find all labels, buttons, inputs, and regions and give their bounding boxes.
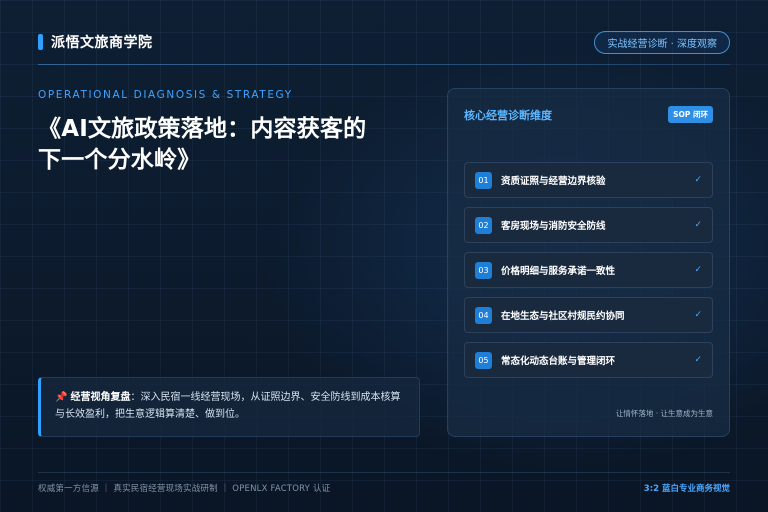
list-item-4: 04 在地生态与社区村规民约协同 ✓	[464, 297, 713, 333]
item-number-badge: 01	[475, 171, 492, 189]
item-label: 常态化动态台账与管理闭环	[501, 356, 616, 367]
header: 派悟文旅商学院 实战经营诊断 · 深度观察	[38, 30, 730, 54]
item-number-badge: 04	[475, 306, 492, 324]
header-divider	[38, 64, 730, 65]
footer-divider	[38, 472, 730, 473]
brand-accent-bar	[38, 34, 43, 50]
page-title: 《AI文旅政策落地：内容获客的 下一个分水岭》	[38, 114, 438, 176]
insight-label: 经营视角复盘	[70, 392, 131, 403]
brand: 派悟文旅商学院	[38, 32, 153, 52]
footer: 权威第一方信源 ｜ 真实民宿经营现场实战研制 ｜ OPENLX FACTORY …	[38, 482, 730, 494]
sop-tag: SOP 闭环	[668, 106, 713, 123]
footer-credits: 权威第一方信源 ｜ 真实民宿经营现场实战研制 ｜ OPENLX FACTORY …	[38, 484, 331, 494]
list-item-3: 03 价格明细与服务承诺一致性 ✓	[464, 252, 713, 288]
check-icon: ✓	[694, 310, 702, 320]
diagnosis-panel: 核心经营诊断维度 SOP 闭环 01 资质证照与经营边界核验 ✓ 02 客房现场…	[447, 88, 730, 437]
eyebrow-text: OPERATIONAL DIAGNOSIS & STRATEGY	[38, 89, 293, 101]
pushpin-icon: 📌	[55, 392, 68, 403]
item-label: 在地生态与社区村规民约协同	[501, 311, 625, 322]
list-item-5: 05 常态化动态台账与管理闭环 ✓	[464, 342, 713, 378]
check-icon: ✓	[694, 265, 702, 275]
check-icon: ✓	[694, 355, 702, 365]
item-number-badge: 02	[475, 216, 492, 234]
item-number-badge: 05	[475, 351, 492, 369]
item-label: 价格明细与服务承诺一致性	[501, 266, 616, 277]
brand-name: 派悟文旅商学院	[51, 35, 153, 51]
check-icon: ✓	[694, 175, 702, 185]
item-label: 资质证照与经营边界核验	[501, 176, 606, 187]
panel-header: 核心经营诊断维度 SOP 闭环	[464, 106, 713, 123]
check-icon: ✓	[694, 220, 702, 230]
panel-footer-slogan: 让情怀落地 · 让生意成为生意	[615, 409, 713, 418]
diagnosis-list: 01 资质证照与经营边界核验 ✓ 02 客房现场与消防安全防线 ✓ 03 价格明…	[464, 162, 713, 387]
title-line-1: 《AI文旅政策落地：内容获客的	[38, 116, 367, 142]
insight-box: 📌 经营视角复盘：深入民宿一线经营现场，从证照边界、安全防线到成本核算与长效盈利，…	[38, 377, 420, 437]
list-item-1: 01 资质证照与经营边界核验 ✓	[464, 162, 713, 198]
footer-format-label: 3:2 蓝白专业商务视觉	[643, 484, 730, 494]
list-item-2: 02 客房现场与消防安全防线 ✓	[464, 207, 713, 243]
panel-title: 核心经营诊断维度	[464, 108, 552, 122]
item-number-badge: 03	[475, 261, 492, 279]
item-label: 客房现场与消防安全防线	[501, 221, 606, 232]
header-badge: 实战经营诊断 · 深度观察	[594, 30, 730, 54]
title-line-2: 下一个分水岭》	[38, 147, 201, 173]
